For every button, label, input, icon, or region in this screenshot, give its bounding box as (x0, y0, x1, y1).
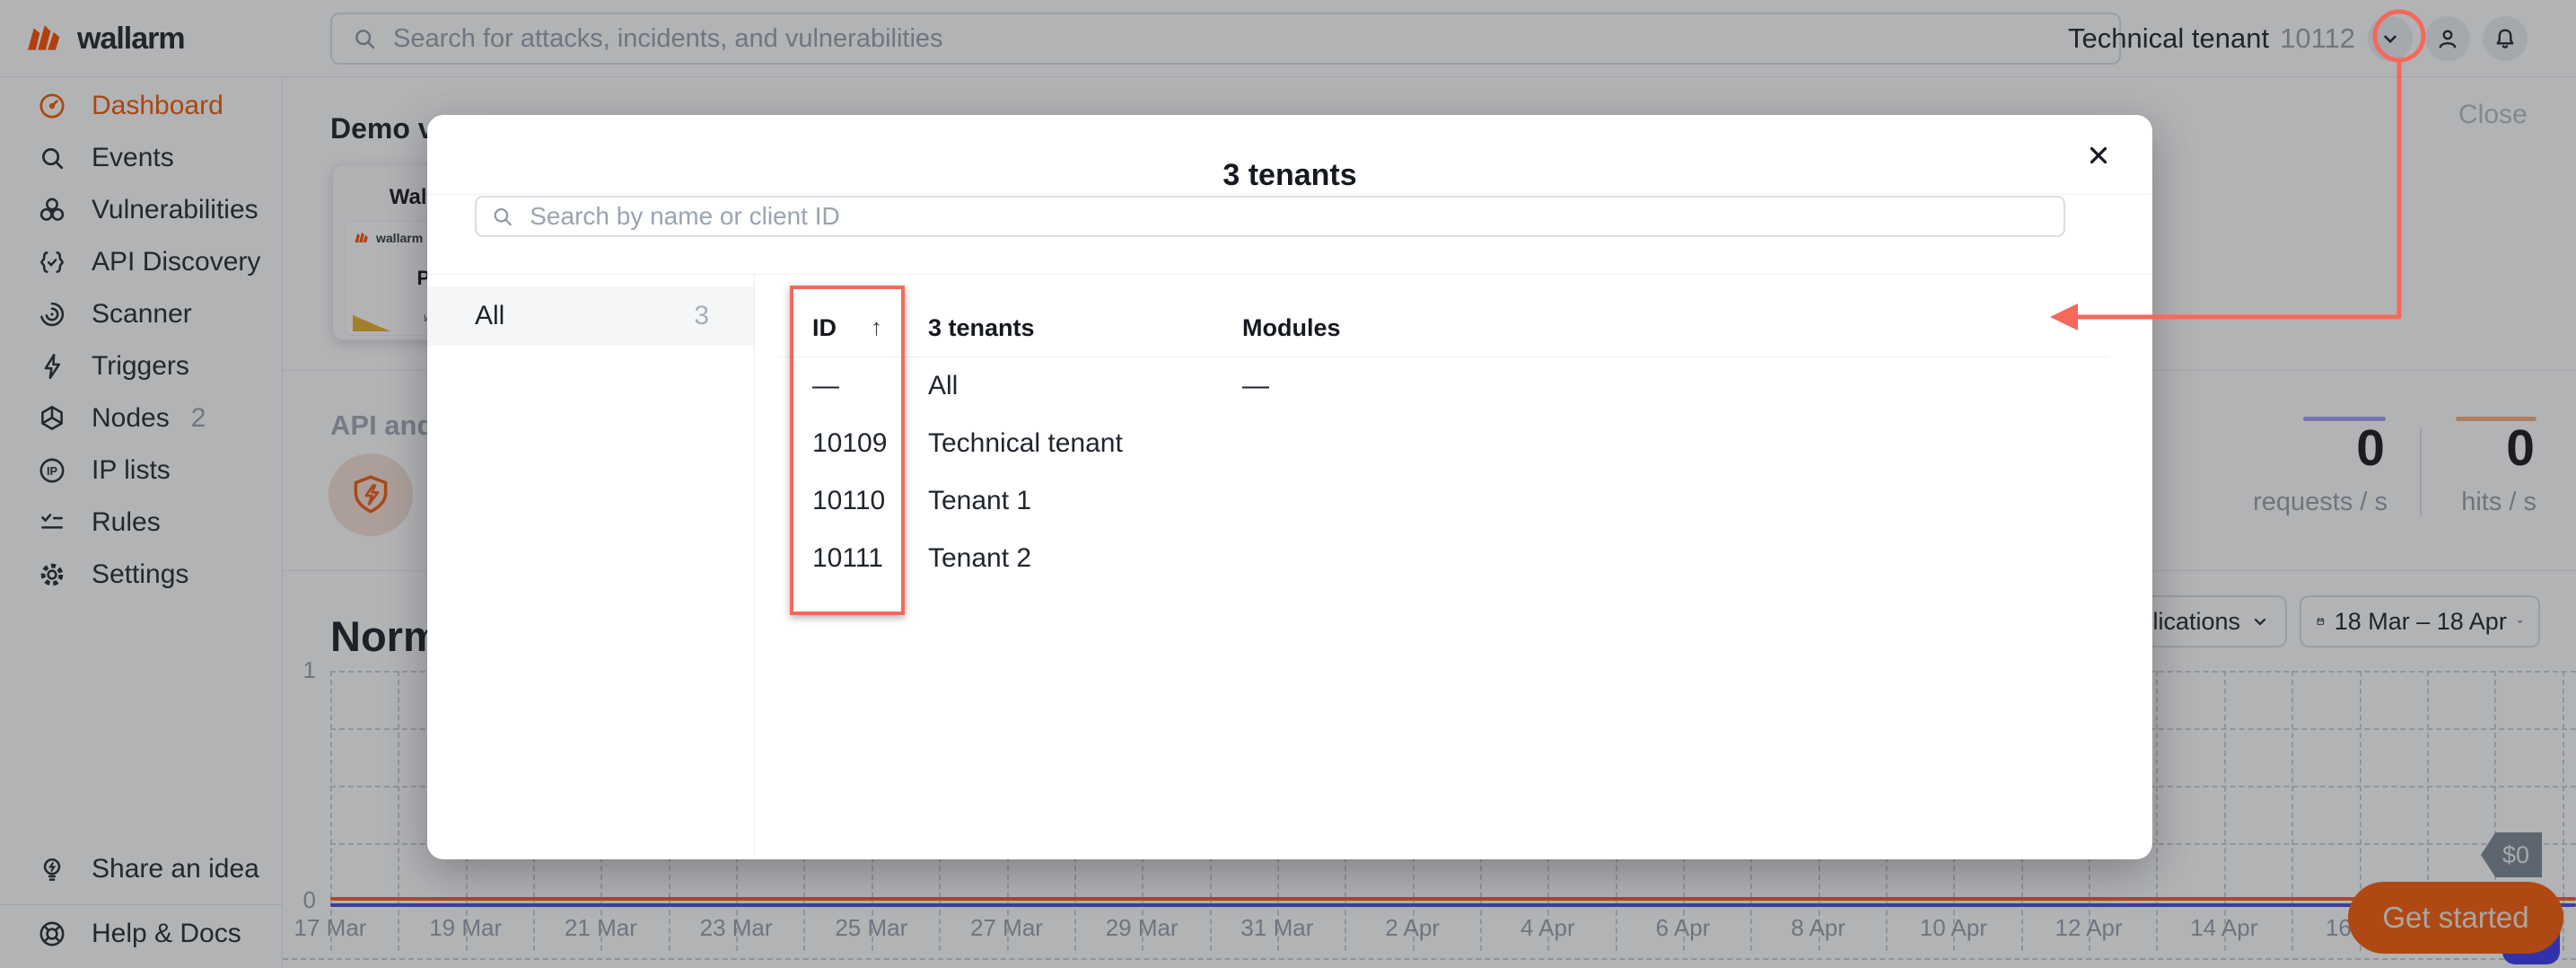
tenant-name-cell: Tenant 2 (928, 530, 1031, 587)
tenant-name-cell: Technical tenant (928, 415, 1123, 472)
modal-body-divider (427, 274, 2152, 275)
tenant-name-cell: All (928, 357, 958, 415)
tenant-group-label: All (475, 301, 694, 331)
tenant-id-cell: 10110 (812, 472, 885, 530)
table-row[interactable]: 10111 Tenant 2 (427, 530, 2152, 587)
modal-header-divider (427, 194, 2152, 195)
table-row[interactable]: — All — (427, 357, 2152, 415)
close-icon (2085, 142, 2112, 169)
tenants-modal: 3 tenants All 3 ID ↑ 3 tenants Modules —… (427, 115, 2152, 859)
tenant-group-count: 3 (694, 301, 709, 331)
table-row[interactable]: 10109 Technical tenant (427, 415, 2152, 472)
wallarm-dashboard: wallarm Technical tenant 10112 (0, 0, 2576, 968)
modal-close-button[interactable] (2079, 136, 2118, 176)
column-header-tenants[interactable]: 3 tenants (928, 314, 1035, 342)
tenant-id-cell: 10109 (812, 415, 887, 472)
tenant-id-cell: 10111 (812, 530, 883, 587)
tenant-id-cell: — (812, 357, 839, 415)
table-row[interactable]: 10110 Tenant 1 (427, 472, 2152, 530)
tenant-search (475, 196, 2065, 237)
search-icon (489, 203, 515, 230)
tenant-name-cell: Tenant 1 (928, 472, 1031, 530)
modal-title: 3 tenants (427, 158, 2152, 193)
sort-ascending-icon[interactable]: ↑ (871, 313, 882, 341)
tenant-search-input[interactable] (528, 201, 2051, 232)
column-header-id[interactable]: ID (812, 314, 837, 342)
column-header-modules[interactable]: Modules (1242, 314, 1341, 342)
tenant-modules-cell: — (1242, 357, 1269, 415)
tenant-group-all[interactable]: All 3 (427, 286, 754, 346)
